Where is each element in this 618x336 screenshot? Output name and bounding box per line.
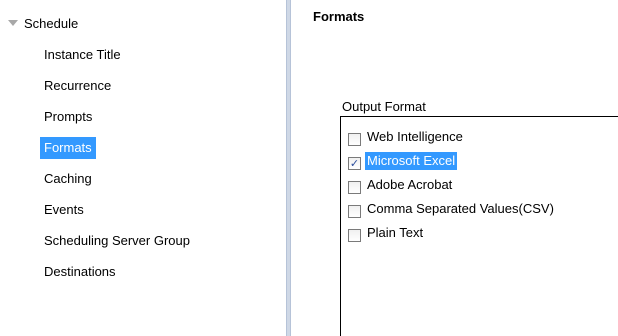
nav-item-caching[interactable]: Caching bbox=[40, 168, 194, 199]
format-option-label: Plain Text bbox=[367, 225, 424, 240]
nav-item-scheduling-server-group[interactable]: Scheduling Server Group bbox=[40, 230, 194, 261]
formats-panel: Formats Output Format Web Intelligence ✓… bbox=[291, 0, 618, 336]
format-option-label: Adobe Acrobat bbox=[367, 177, 453, 192]
output-format-list: Web Intelligence ✓ Microsoft Excel Adobe… bbox=[340, 116, 618, 336]
schedule-nav-panel: Schedule Instance Title Recurrence Promp… bbox=[0, 0, 286, 336]
format-option-web-intelligence[interactable]: Web Intelligence bbox=[348, 127, 465, 147]
format-option-label: Comma Separated Values(CSV) bbox=[367, 201, 554, 216]
schedule-dialog: Schedule Instance Title Recurrence Promp… bbox=[0, 0, 618, 336]
page-title: Formats bbox=[313, 9, 365, 24]
nav-item-label: Events bbox=[44, 202, 84, 217]
checkmark-icon: ✓ bbox=[349, 156, 360, 170]
nav-item-events[interactable]: Events bbox=[40, 199, 194, 230]
format-option-microsoft-excel[interactable]: ✓ Microsoft Excel bbox=[348, 151, 458, 171]
nav-item-instance-title[interactable]: Instance Title bbox=[40, 44, 194, 75]
nav-item-recurrence[interactable]: Recurrence bbox=[40, 75, 194, 106]
nav-item-label: Recurrence bbox=[44, 78, 112, 93]
nav-item-formats[interactable]: Formats bbox=[40, 137, 194, 168]
nav-root-label: Schedule bbox=[24, 15, 79, 31]
format-option-label: Microsoft Excel bbox=[365, 152, 458, 170]
format-option-adobe-acrobat[interactable]: Adobe Acrobat bbox=[348, 175, 454, 195]
checkbox-microsoft-excel[interactable]: ✓ bbox=[348, 156, 361, 170]
nav-item-destinations[interactable]: Destinations bbox=[40, 261, 194, 292]
nav-item-label: Destinations bbox=[44, 264, 116, 279]
checkbox-web-intelligence[interactable] bbox=[348, 132, 361, 146]
nav-item-label: Prompts bbox=[44, 109, 93, 124]
nav-list: Instance Title Recurrence Prompts Format… bbox=[40, 44, 194, 292]
output-format-label: Output Format bbox=[342, 99, 426, 114]
expand-triangle-icon[interactable] bbox=[8, 20, 18, 26]
nav-item-label: Formats bbox=[40, 137, 96, 159]
format-option-csv[interactable]: Comma Separated Values(CSV) bbox=[348, 199, 556, 219]
nav-item-prompts[interactable]: Prompts bbox=[40, 106, 194, 137]
nav-item-label: Instance Title bbox=[44, 47, 121, 62]
checkbox-adobe-acrobat[interactable] bbox=[348, 180, 361, 194]
format-option-plain-text[interactable]: Plain Text bbox=[348, 223, 425, 243]
checkbox-plain-text[interactable] bbox=[348, 228, 361, 242]
checkbox-csv[interactable] bbox=[348, 204, 361, 218]
format-option-label: Web Intelligence bbox=[367, 129, 463, 144]
nav-item-label: Caching bbox=[44, 171, 92, 186]
nav-item-label: Scheduling Server Group bbox=[44, 233, 190, 248]
nav-root-schedule[interactable]: Schedule bbox=[8, 14, 78, 32]
